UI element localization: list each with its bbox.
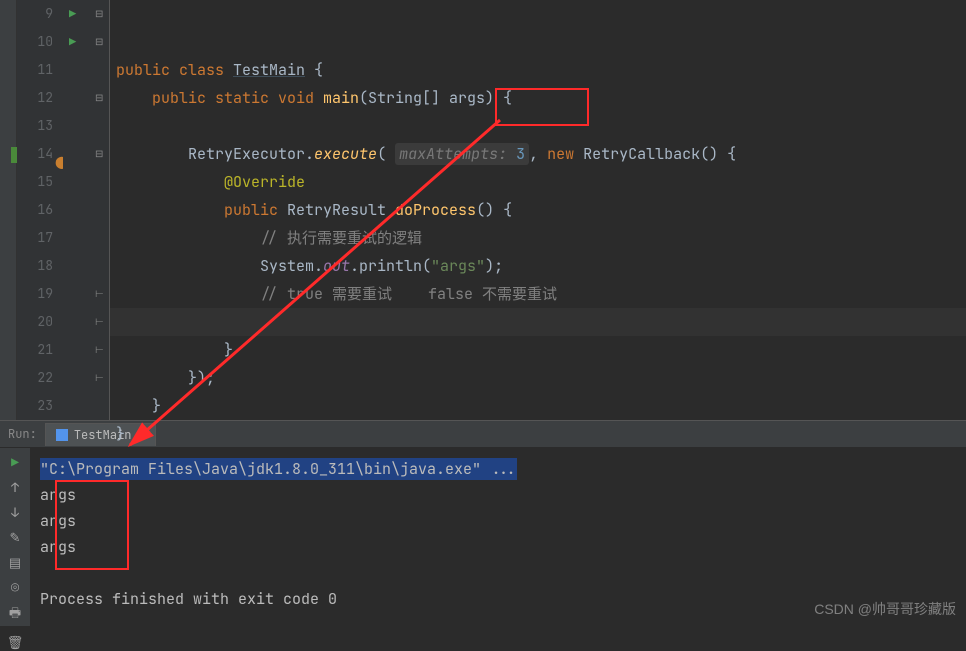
layout-icon[interactable]: ▤	[9, 554, 21, 571]
application-icon	[56, 429, 68, 441]
run-header: Run: TestMain ×	[0, 421, 966, 448]
fold-toggle-icon[interactable]: ⊟	[95, 35, 103, 48]
trash-icon[interactable]: 🗑	[7, 634, 24, 651]
console-exit-line: Process finished with exit code 0	[40, 589, 337, 609]
run-tool-window: Run: TestMain × ▶ ↑ ↓ ✎ ▤ ◎ 🖶 🗑 "C:\Prog…	[0, 420, 966, 626]
run-toolbar: ▶ ↑ ↓ ✎ ▤ ◎ 🖶 🗑	[0, 448, 30, 626]
current-line-highlight	[110, 308, 966, 336]
param-hint-value: 3	[507, 144, 525, 164]
print-icon[interactable]: 🖶	[9, 604, 21, 626]
line-number-gutter: 9101112 13141516 17181920 212223 ⬤	[17, 0, 63, 420]
left-rail	[0, 0, 17, 420]
param-hint-label: maxAttempts:	[399, 144, 507, 164]
down-stack-icon[interactable]: ↓	[11, 504, 19, 521]
code-area[interactable]: public class TestMain { public static vo…	[110, 0, 966, 420]
comment: // 执行需要重试的逻辑	[116, 228, 422, 248]
fold-end-icon[interactable]: ⊢	[95, 343, 104, 356]
fold-end-icon[interactable]: ⊢	[95, 371, 104, 384]
fold-gutter: ⊟ ⊟ ⊟ ⊟ ⊢ ⊢ ⊢ ⊢	[91, 0, 110, 420]
run-label: Run:	[0, 426, 45, 442]
run-method-icon[interactable]: ▶	[69, 34, 76, 50]
close-tab-icon[interactable]: ×	[137, 427, 144, 443]
up-stack-icon[interactable]: ↑	[11, 479, 19, 496]
code-editor[interactable]: 9101112 13141516 17181920 212223 ⬤ ▶ ▶ ⊟…	[0, 0, 966, 420]
fold-toggle-icon[interactable]: ⊟	[95, 147, 103, 160]
fold-end-icon[interactable]: ⊢	[95, 287, 104, 300]
run-gutter: ▶ ▶	[63, 0, 91, 420]
fold-toggle-icon[interactable]: ⊟	[95, 91, 103, 104]
fold-toggle-icon[interactable]: ⊟	[95, 7, 103, 20]
override-annotation: @Override	[116, 172, 305, 192]
run-class-icon[interactable]: ▶	[69, 6, 76, 22]
settings-icon[interactable]: ✎	[10, 529, 21, 546]
execute-call: execute	[314, 144, 377, 164]
watermark: CSDN @帅哥哥珍藏版	[814, 599, 956, 619]
target-icon[interactable]: ◎	[11, 579, 19, 596]
rerun-icon[interactable]: ▶	[11, 454, 19, 471]
vcs-change-marker	[11, 147, 17, 163]
console-line: args	[40, 485, 76, 505]
console-line: args	[40, 537, 76, 557]
comment: // true 需要重试 false 不需要重试	[116, 284, 557, 304]
console-command: "C:\Program Files\Java\jdk1.8.0_311\bin\…	[40, 458, 517, 480]
fold-end-icon[interactable]: ⊢	[95, 315, 104, 328]
console-line: args	[40, 511, 76, 531]
run-config-tab[interactable]: TestMain ×	[45, 423, 156, 446]
